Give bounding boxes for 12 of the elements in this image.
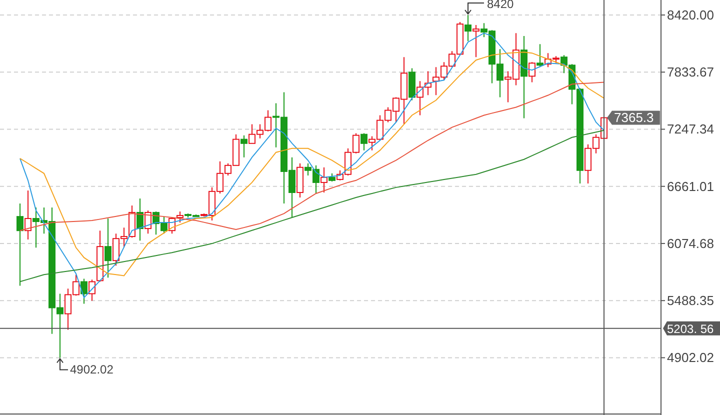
pointer-arrow <box>464 2 484 15</box>
last-price-tag: 7365.3 <box>607 110 660 126</box>
axis-tick-label: 5488.35 <box>667 293 714 308</box>
axis-tick-label: 7247.34 <box>667 122 714 137</box>
pointer-arrow <box>56 358 68 370</box>
crosshair-price-tag: 5203. 56 <box>663 321 720 336</box>
low-price-label: 4902.02 <box>70 362 114 377</box>
axis-tick-label: 8420.00 <box>667 8 714 22</box>
axis-tick-label: 4902.02 <box>667 350 714 366</box>
axis-tick-label: 7833.67 <box>667 64 714 80</box>
axis-tick-label: 6661.01 <box>667 178 714 194</box>
axis-tick-label: 6074.68 <box>667 236 714 251</box>
